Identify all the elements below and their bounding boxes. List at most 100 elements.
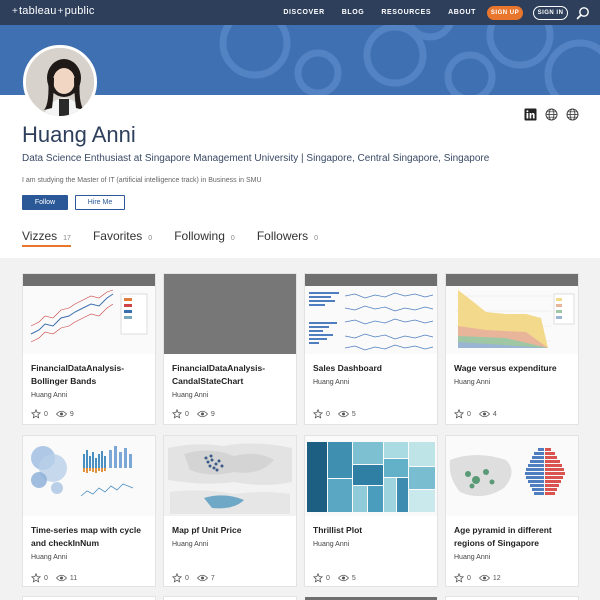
star-icon[interactable] — [454, 409, 464, 419]
star-icon[interactable] — [454, 573, 464, 583]
nav-link-resources[interactable]: RESOURCES — [381, 9, 431, 16]
tab-following[interactable]: Following 0 — [174, 229, 235, 247]
search-icon[interactable] — [576, 6, 590, 20]
eye-icon — [337, 574, 349, 582]
viz-title[interactable]: Sales Dashboard — [313, 362, 433, 375]
viz-author[interactable]: Huang Anni — [313, 541, 349, 548]
nav-links: DISCOVER BLOG RESOURCES ABOUT SIGN UP SI… — [283, 0, 600, 25]
viz-thumbnail[interactable] — [23, 274, 155, 354]
viz-card[interactable]: FinancialDataAnalysis-CandalStateChart H… — [164, 274, 296, 424]
viz-thumbnail[interactable] — [446, 274, 578, 354]
viz-stats: 0 5 — [313, 409, 364, 419]
viz-title[interactable]: Wage versus expenditure — [454, 362, 574, 375]
viz-title[interactable]: Age pyramid in different regions of Sing… — [454, 524, 574, 550]
tab-label: Vizzes — [22, 229, 58, 243]
tableau-public-logo[interactable]: + tableau + public — [11, 5, 95, 17]
eye-icon — [55, 410, 67, 418]
tab-label: Following — [174, 229, 225, 243]
sign-up-button[interactable]: SIGN UP — [487, 5, 523, 20]
favorites-count: 0 — [467, 410, 471, 418]
viz-title[interactable]: Thrillist Plot — [313, 524, 433, 537]
star-icon[interactable] — [172, 409, 182, 419]
viz-card[interactable]: Wage versus expenditure Huang Anni 0 4 — [446, 274, 578, 424]
viz-card[interactable]: Map pf Unit Price Huang Anni 0 7 — [164, 436, 296, 586]
viz-title[interactable]: Time-series map with cycle and checkInNu… — [31, 524, 151, 550]
tab-label: Favorites — [92, 229, 143, 243]
nav-link-about[interactable]: ABOUT — [448, 9, 476, 16]
globe-icon[interactable] — [545, 108, 558, 121]
eye-icon — [478, 574, 490, 582]
linkedin-icon[interactable] — [524, 108, 537, 121]
viz-stats: 0 4 — [454, 409, 505, 419]
thumbnail-age-pyramid — [446, 436, 578, 516]
viz-stats: 0 11 — [31, 573, 85, 583]
thumbnail-dashboard — [305, 286, 437, 354]
viz-thumbnail[interactable] — [164, 436, 296, 516]
sign-in-button[interactable]: SIGN IN — [533, 5, 568, 20]
viz-card[interactable]: FinancialDataAnalysis-Bollinger Bands Hu… — [23, 274, 155, 424]
viz-author[interactable]: Huang Anni — [31, 554, 67, 561]
nav-link-blog[interactable]: BLOG — [342, 9, 365, 16]
favorites-count: 0 — [467, 574, 471, 582]
views-count: 12 — [492, 574, 501, 582]
favorites-count: 0 — [326, 574, 330, 582]
thumbnail-treemap — [305, 436, 437, 516]
views-count: 7 — [210, 574, 215, 582]
viz-author[interactable]: Huang Anni — [172, 392, 208, 399]
tab-followers[interactable]: Followers 0 — [257, 229, 318, 247]
eye-icon — [55, 574, 67, 582]
logo-text-left: tableau — [19, 5, 57, 17]
viz-author[interactable]: Huang Anni — [454, 379, 490, 386]
viz-author[interactable]: Huang Anni — [313, 379, 349, 386]
globe-icon[interactable] — [566, 108, 579, 121]
eye-icon — [196, 574, 208, 582]
views-count: 9 — [210, 410, 215, 418]
logo-plus-icon: + — [12, 5, 19, 17]
favorites-count: 0 — [185, 410, 189, 418]
viz-card[interactable]: Age pyramid in different regions of Sing… — [446, 436, 578, 586]
profile-headline: Data Science Enthusiast at Singapore Man… — [22, 153, 490, 164]
views-count: 5 — [351, 574, 356, 582]
thumbnail-timeseries-map — [23, 436, 155, 516]
tab-favorites[interactable]: Favorites 0 — [93, 229, 152, 247]
star-icon[interactable] — [313, 573, 323, 583]
star-icon[interactable] — [172, 573, 182, 583]
viz-card[interactable]: Thrillist Plot Huang Anni 0 5 — [305, 436, 437, 586]
logo-text-right: public — [64, 5, 95, 17]
viz-author[interactable]: Huang Anni — [172, 541, 208, 548]
viz-stats: 0 12 — [454, 573, 509, 583]
viz-thumbnail[interactable] — [23, 436, 155, 516]
tab-vizzes[interactable]: Vizzes 17 — [22, 229, 71, 247]
avatar — [23, 45, 97, 119]
star-icon[interactable] — [313, 409, 323, 419]
viz-title[interactable]: Map pf Unit Price — [172, 524, 292, 537]
viz-title[interactable]: FinancialDataAnalysis-CandalStateChart — [172, 362, 292, 388]
views-count: 9 — [69, 410, 74, 418]
nav-link-discover[interactable]: DISCOVER — [283, 9, 324, 16]
views-count: 5 — [351, 410, 356, 418]
viz-card[interactable]: Time-series map with cycle and checkInNu… — [23, 436, 155, 586]
viz-stats: 0 7 — [172, 573, 223, 583]
viz-card[interactable]: Sales Dashboard Huang Anni 0 5 — [305, 274, 437, 424]
viz-author[interactable]: Huang Anni — [31, 392, 67, 399]
eye-icon — [196, 410, 208, 418]
star-icon[interactable] — [31, 573, 41, 583]
tab-count: 0 — [148, 235, 153, 242]
thumbnail-line-chart — [23, 286, 155, 354]
follow-button[interactable]: Follow — [22, 195, 68, 210]
viz-thumbnail[interactable] — [446, 436, 578, 516]
profile-name: Huang Anni — [22, 122, 136, 147]
logo-plus-icon: + — [57, 5, 64, 17]
hire-me-button[interactable]: Hire Me — [75, 195, 125, 210]
viz-thumbnail[interactable] — [305, 436, 437, 516]
viz-thumbnail[interactable] — [164, 274, 296, 354]
viz-thumbnail[interactable] — [305, 274, 437, 354]
favorites-count: 0 — [326, 410, 330, 418]
thumbnail-map — [164, 436, 296, 516]
views-count: 4 — [492, 410, 497, 418]
viz-title[interactable]: FinancialDataAnalysis-Bollinger Bands — [31, 362, 151, 388]
star-icon[interactable] — [31, 409, 41, 419]
tab-count: 0 — [314, 235, 319, 242]
thumbnail-area-chart — [446, 286, 578, 354]
viz-author[interactable]: Huang Anni — [454, 554, 490, 561]
